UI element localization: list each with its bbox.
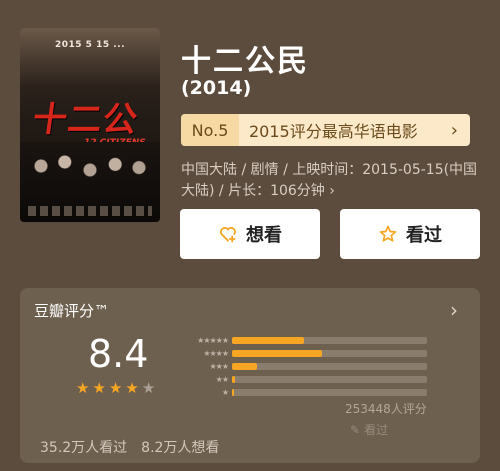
mini-stars-icon: ★★: [215, 374, 229, 384]
want-to-watch-button[interactable]: 想看: [180, 209, 320, 259]
comment-icon: ✎: [350, 422, 361, 437]
rating-bar-track: [232, 375, 427, 383]
movie-title: 十二公民: [181, 44, 309, 79]
movie-year: (2014): [181, 77, 252, 99]
rating-bar-fill: [232, 349, 322, 357]
rating-row-1-star: ★: [172, 386, 427, 398]
want-count: 8.2万人想看: [141, 440, 220, 456]
rating-bar-track: [232, 388, 427, 396]
movie-poster[interactable]: 2015 5 15 ... 十二公民 12 CITIZENS: [20, 28, 160, 222]
star-filled-icon: ★: [108, 379, 123, 397]
rating-bar-track: [232, 362, 427, 370]
chevron-right-icon: ›: [450, 119, 458, 141]
rating-row-2-star: ★★: [172, 373, 427, 385]
mini-stars-icon: ★★★★★: [197, 335, 229, 345]
seen-count: 35.2万人看过: [40, 440, 128, 456]
star-filled-icon: ★: [92, 379, 106, 397]
star-filled-icon: ★: [125, 379, 139, 397]
mini-stars-icon: ★: [221, 387, 229, 397]
watched-label: 看过: [406, 225, 442, 246]
audience-stats: 35.2万人看过 8.2万人想看: [40, 437, 219, 457]
rank-number: No.5: [181, 114, 239, 146]
star-filled-icon: ★: [76, 379, 90, 397]
rating-bar-fill: [232, 362, 258, 370]
heart-plus-icon: [219, 226, 236, 243]
ranking-tag[interactable]: No.5 2015评分最高华语电影 ›: [181, 114, 470, 146]
seen-hint-label: 看过: [364, 423, 389, 437]
rating-bar-fill: [232, 336, 305, 344]
rating-bar-track: [232, 349, 427, 357]
mini-stars-icon: ★★★★: [203, 348, 229, 358]
want-to-watch-label: 想看: [246, 225, 282, 246]
poster-top-band: [20, 28, 160, 88]
rating-row-4-star: ★★★★: [172, 347, 427, 359]
star-empty-icon: ★: [141, 379, 156, 397]
mini-stars-icon: ★★★: [209, 361, 229, 371]
rank-text: 2015评分最高华语电影: [249, 122, 418, 141]
rating-source-label: 豆瓣评分™: [34, 302, 110, 320]
movie-meta[interactable]: 中国大陆 / 剧情 / 上映时间：2015-05-15(中国大陆) / 片长：1…: [181, 160, 481, 202]
watched-button[interactable]: 看过: [340, 209, 480, 259]
rating-score: 8.4: [88, 332, 149, 376]
rating-bar-fill: [232, 375, 235, 383]
star-outline-icon: [379, 225, 397, 242]
rating-stars: ★ ★ ★ ★ ★: [76, 381, 155, 396]
chevron-right-icon[interactable]: ›: [450, 298, 458, 322]
rating-card[interactable]: 豆瓣评分™ › 8.4 ★ ★ ★ ★ ★ ★★★★★ ★★★★ ★★★ ★★ ★ 253448…: [20, 288, 480, 463]
rating-row-3-star: ★★★: [172, 360, 427, 372]
rating-bar-track: [232, 336, 427, 344]
rating-bar-fill: [232, 388, 234, 396]
seen-hint: ✎ 看过: [350, 421, 388, 438]
rating-distribution: ★★★★★ ★★★★ ★★★ ★★ ★: [172, 334, 427, 399]
poster-date-line: 2015 5 15 ...: [55, 40, 125, 50]
poster-credits: [28, 206, 152, 216]
rating-row-5-star: ★★★★★: [172, 334, 427, 346]
rating-count: 253448人评分: [345, 402, 427, 416]
